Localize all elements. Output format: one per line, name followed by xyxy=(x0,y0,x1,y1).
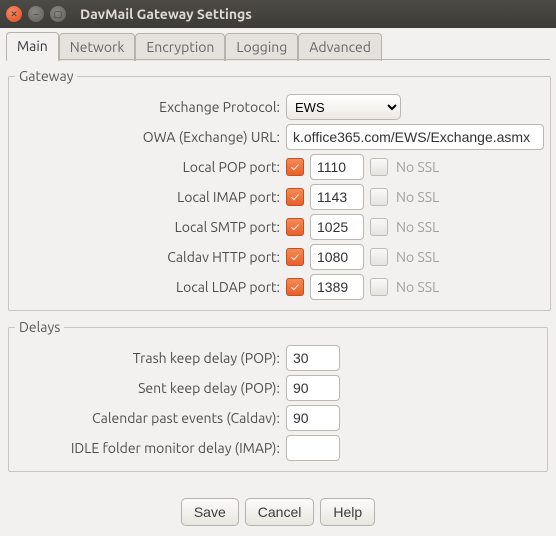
ldap-nossl-checkbox[interactable] xyxy=(370,278,388,296)
pop-nossl-checkbox[interactable] xyxy=(370,158,388,176)
calpast-delay-input[interactable] xyxy=(286,405,340,431)
caldav-port-label: Caldav HTTP port: xyxy=(15,249,280,265)
ldap-nossl-label: No SSL xyxy=(396,279,439,295)
pop-enable-checkbox[interactable]: ✓ xyxy=(286,158,304,176)
button-bar: Save Cancel Help xyxy=(0,490,556,536)
ldap-port-input[interactable] xyxy=(310,274,364,300)
gateway-group: Gateway Exchange Protocol: EWS OWA (Exch… xyxy=(8,68,551,311)
calpast-delay-label: Calendar past events (Caldav): xyxy=(15,410,280,426)
exchange-protocol-label: Exchange Protocol: xyxy=(15,99,280,115)
tab-logging[interactable]: Logging xyxy=(225,33,298,61)
ldap-port-label: Local LDAP port: xyxy=(15,279,280,295)
ldap-enable-checkbox[interactable]: ✓ xyxy=(286,278,304,296)
help-button[interactable]: Help xyxy=(320,498,375,526)
window-title: DavMail Gateway Settings xyxy=(80,6,252,22)
delays-group: Delays Trash keep delay (POP): Sent keep… xyxy=(8,319,548,472)
delays-legend: Delays xyxy=(15,319,64,335)
trash-delay-input[interactable] xyxy=(286,345,340,371)
imap-nossl-label: No SSL xyxy=(396,189,439,205)
imap-enable-checkbox[interactable]: ✓ xyxy=(286,188,304,206)
idle-delay-label: IDLE folder monitor delay (IMAP): xyxy=(15,440,280,456)
imap-port-label: Local IMAP port: xyxy=(15,189,280,205)
sent-delay-input[interactable] xyxy=(286,375,340,401)
tab-advanced[interactable]: Advanced xyxy=(298,33,382,61)
smtp-enable-checkbox[interactable]: ✓ xyxy=(286,218,304,236)
client-area: Main Network Encryption Logging Advanced… xyxy=(0,28,556,536)
smtp-nossl-checkbox[interactable] xyxy=(370,218,388,236)
titlebar: ✕ – ▢ DavMail Gateway Settings xyxy=(0,0,556,28)
owa-url-input[interactable] xyxy=(286,124,544,150)
content: Gateway Exchange Protocol: EWS OWA (Exch… xyxy=(0,60,556,490)
caldav-nossl-checkbox[interactable] xyxy=(370,248,388,266)
pop-port-label: Local POP port: xyxy=(15,159,280,175)
caldav-nossl-label: No SSL xyxy=(396,249,439,265)
cancel-button[interactable]: Cancel xyxy=(245,498,315,526)
window-minimize-icon[interactable]: – xyxy=(28,6,44,22)
exchange-protocol-select[interactable]: EWS xyxy=(286,94,401,120)
pop-port-input[interactable] xyxy=(310,154,364,180)
smtp-nossl-label: No SSL xyxy=(396,219,439,235)
caldav-enable-checkbox[interactable]: ✓ xyxy=(286,248,304,266)
pop-nossl-label: No SSL xyxy=(396,159,439,175)
save-button[interactable]: Save xyxy=(181,498,239,526)
sent-delay-label: Sent keep delay (POP): xyxy=(15,380,280,396)
trash-delay-label: Trash keep delay (POP): xyxy=(15,350,280,366)
tab-encryption[interactable]: Encryption xyxy=(135,33,225,61)
caldav-port-input[interactable] xyxy=(310,244,364,270)
window-close-icon[interactable]: ✕ xyxy=(6,6,22,22)
owa-url-label: OWA (Exchange) URL: xyxy=(15,129,280,145)
imap-nossl-checkbox[interactable] xyxy=(370,188,388,206)
imap-port-input[interactable] xyxy=(310,184,364,210)
tab-main[interactable]: Main xyxy=(6,32,59,61)
tabs: Main Network Encryption Logging Advanced xyxy=(0,28,556,60)
window-maximize-icon[interactable]: ▢ xyxy=(50,6,66,22)
idle-delay-input[interactable] xyxy=(286,435,340,461)
smtp-port-input[interactable] xyxy=(310,214,364,240)
smtp-port-label: Local SMTP port: xyxy=(15,219,280,235)
gateway-legend: Gateway xyxy=(15,68,77,84)
tab-network[interactable]: Network xyxy=(59,33,136,61)
